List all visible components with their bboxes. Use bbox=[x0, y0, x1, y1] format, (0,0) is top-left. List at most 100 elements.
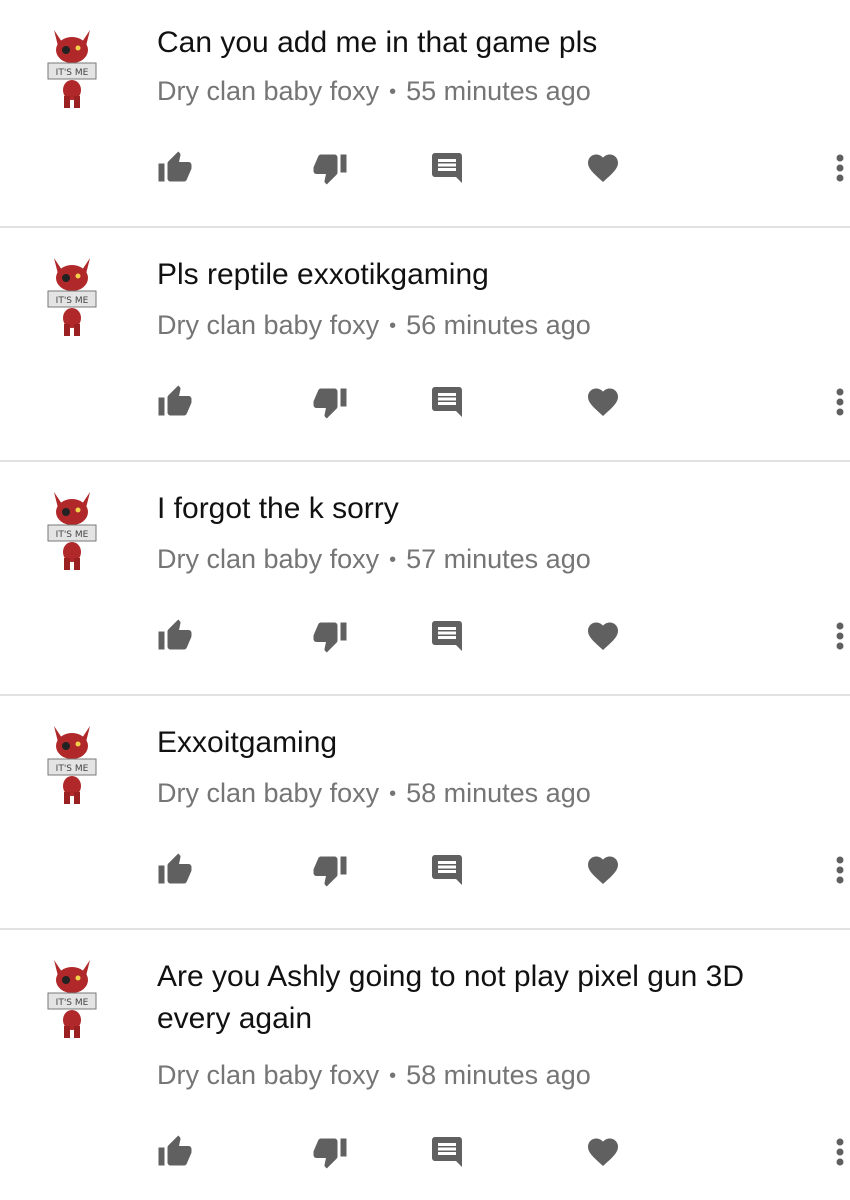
comment-meta: Dry clan baby foxy • 58 minutes ago bbox=[157, 776, 591, 811]
avatar[interactable]: IT'S ME bbox=[46, 254, 98, 338]
reply-button[interactable] bbox=[427, 1132, 467, 1172]
foxy-avatar-icon: IT'S ME bbox=[47, 960, 97, 1038]
comment-text: I forgot the k sorry bbox=[157, 492, 399, 525]
thumbs-down-icon bbox=[313, 154, 347, 185]
comment-text: Exxoitgaming bbox=[157, 726, 338, 759]
comment-actions bbox=[0, 382, 850, 422]
comment-meta: Dry clan baby foxy • 56 minutes ago bbox=[157, 308, 591, 343]
comment-meta: Dry clan baby foxy • 57 minutes ago bbox=[157, 542, 591, 577]
thumbs-up-icon bbox=[158, 151, 192, 182]
comment-item: IT'S ME I forgot the k sorry Dry clan ba… bbox=[0, 462, 850, 696]
comment-actions bbox=[0, 850, 850, 890]
author-name[interactable]: Dry clan baby foxy bbox=[157, 544, 379, 574]
avatar-sign-text: IT'S ME bbox=[56, 998, 89, 1008]
comment-list: IT'S ME Can you add me in that game pls … bbox=[0, 0, 850, 1200]
reply-icon bbox=[432, 1137, 462, 1167]
thumbs-up-icon bbox=[158, 1135, 192, 1166]
dislike-button[interactable] bbox=[310, 1132, 350, 1172]
dislike-button[interactable] bbox=[310, 382, 350, 422]
meta-separator: • bbox=[389, 783, 397, 805]
avatar-sign-text: IT'S ME bbox=[56, 530, 89, 540]
comment-actions bbox=[0, 1132, 850, 1172]
dislike-button[interactable] bbox=[310, 148, 350, 188]
author-name[interactable]: Dry clan baby foxy bbox=[157, 1060, 379, 1090]
comment-item: IT'S ME Are you Ashly going to not play … bbox=[0, 930, 850, 1200]
avatar[interactable]: IT'S ME bbox=[46, 488, 98, 572]
heart-icon bbox=[588, 154, 618, 183]
foxy-avatar-icon: IT'S ME bbox=[47, 258, 97, 336]
thumbs-down-icon bbox=[313, 622, 347, 653]
reply-button[interactable] bbox=[427, 850, 467, 890]
reply-icon bbox=[432, 855, 462, 885]
like-button[interactable] bbox=[155, 850, 195, 890]
heart-button[interactable] bbox=[583, 148, 623, 188]
reply-button[interactable] bbox=[427, 148, 467, 188]
comment-actions bbox=[0, 148, 850, 188]
reply-button[interactable] bbox=[427, 616, 467, 656]
author-name[interactable]: Dry clan baby foxy bbox=[157, 76, 379, 106]
thumbs-down-icon bbox=[313, 1138, 347, 1169]
foxy-avatar-icon: IT'S ME bbox=[47, 726, 97, 804]
comment-meta: Dry clan baby foxy • 55 minutes ago bbox=[157, 74, 591, 109]
like-button[interactable] bbox=[155, 148, 195, 188]
more-options-button[interactable] bbox=[822, 616, 850, 656]
timestamp: 56 minutes ago bbox=[406, 310, 591, 340]
comment-text: Can you add me in that game pls bbox=[157, 26, 598, 59]
more-vertical-icon bbox=[836, 154, 844, 182]
thumbs-up-icon bbox=[158, 853, 192, 884]
more-vertical-icon bbox=[836, 622, 844, 650]
meta-separator: • bbox=[389, 1065, 397, 1087]
avatar-sign-text: IT'S ME bbox=[56, 764, 89, 774]
comment-text: Are you Ashly going to not play pixel gu… bbox=[157, 960, 753, 1035]
heart-icon bbox=[588, 856, 618, 885]
timestamp: 57 minutes ago bbox=[406, 544, 591, 574]
avatar-sign-text: IT'S ME bbox=[56, 296, 89, 306]
more-vertical-icon bbox=[836, 856, 844, 884]
avatar-sign-text: IT'S ME bbox=[56, 68, 89, 78]
thumbs-up-icon bbox=[158, 619, 192, 650]
comment-actions bbox=[0, 616, 850, 656]
reply-icon bbox=[432, 153, 462, 183]
dislike-button[interactable] bbox=[310, 850, 350, 890]
avatar[interactable]: IT'S ME bbox=[46, 956, 98, 1040]
like-button[interactable] bbox=[155, 1132, 195, 1172]
heart-icon bbox=[588, 1138, 618, 1167]
thumbs-down-icon bbox=[313, 388, 347, 419]
like-button[interactable] bbox=[155, 382, 195, 422]
foxy-avatar-icon: IT'S ME bbox=[47, 492, 97, 570]
reply-icon bbox=[432, 621, 462, 651]
more-options-button[interactable] bbox=[822, 850, 850, 890]
comment-item: IT'S ME Exxoitgaming Dry clan baby foxy •… bbox=[0, 696, 850, 930]
heart-button[interactable] bbox=[583, 850, 623, 890]
like-button[interactable] bbox=[155, 616, 195, 656]
more-vertical-icon bbox=[836, 388, 844, 416]
thumbs-down-icon bbox=[313, 856, 347, 887]
timestamp: 55 minutes ago bbox=[406, 76, 591, 106]
dislike-button[interactable] bbox=[310, 616, 350, 656]
reply-icon bbox=[432, 387, 462, 417]
timestamp: 58 minutes ago bbox=[406, 1060, 591, 1090]
foxy-avatar-icon: IT'S ME bbox=[47, 30, 97, 108]
avatar[interactable]: IT'S ME bbox=[46, 722, 98, 806]
more-vertical-icon bbox=[836, 1138, 844, 1166]
author-name[interactable]: Dry clan baby foxy bbox=[157, 778, 379, 808]
more-options-button[interactable] bbox=[822, 382, 850, 422]
more-options-button[interactable] bbox=[822, 148, 850, 188]
timestamp: 58 minutes ago bbox=[406, 778, 591, 808]
comment-item: IT'S ME Can you add me in that game pls … bbox=[0, 0, 850, 228]
reply-button[interactable] bbox=[427, 382, 467, 422]
comment-text: Pls reptile exxotikgaming bbox=[157, 258, 489, 291]
thumbs-up-icon bbox=[158, 385, 192, 416]
avatar[interactable]: IT'S ME bbox=[46, 26, 98, 110]
comment-item: IT'S ME Pls reptile exxotikgaming Dry cl… bbox=[0, 228, 850, 462]
more-options-button[interactable] bbox=[822, 1132, 850, 1172]
heart-icon bbox=[588, 622, 618, 651]
comment-meta: Dry clan baby foxy • 58 minutes ago bbox=[157, 1058, 591, 1093]
heart-button[interactable] bbox=[583, 382, 623, 422]
author-name[interactable]: Dry clan baby foxy bbox=[157, 310, 379, 340]
meta-separator: • bbox=[389, 81, 397, 103]
heart-button[interactable] bbox=[583, 616, 623, 656]
heart-icon bbox=[588, 388, 618, 417]
heart-button[interactable] bbox=[583, 1132, 623, 1172]
meta-separator: • bbox=[389, 549, 397, 571]
